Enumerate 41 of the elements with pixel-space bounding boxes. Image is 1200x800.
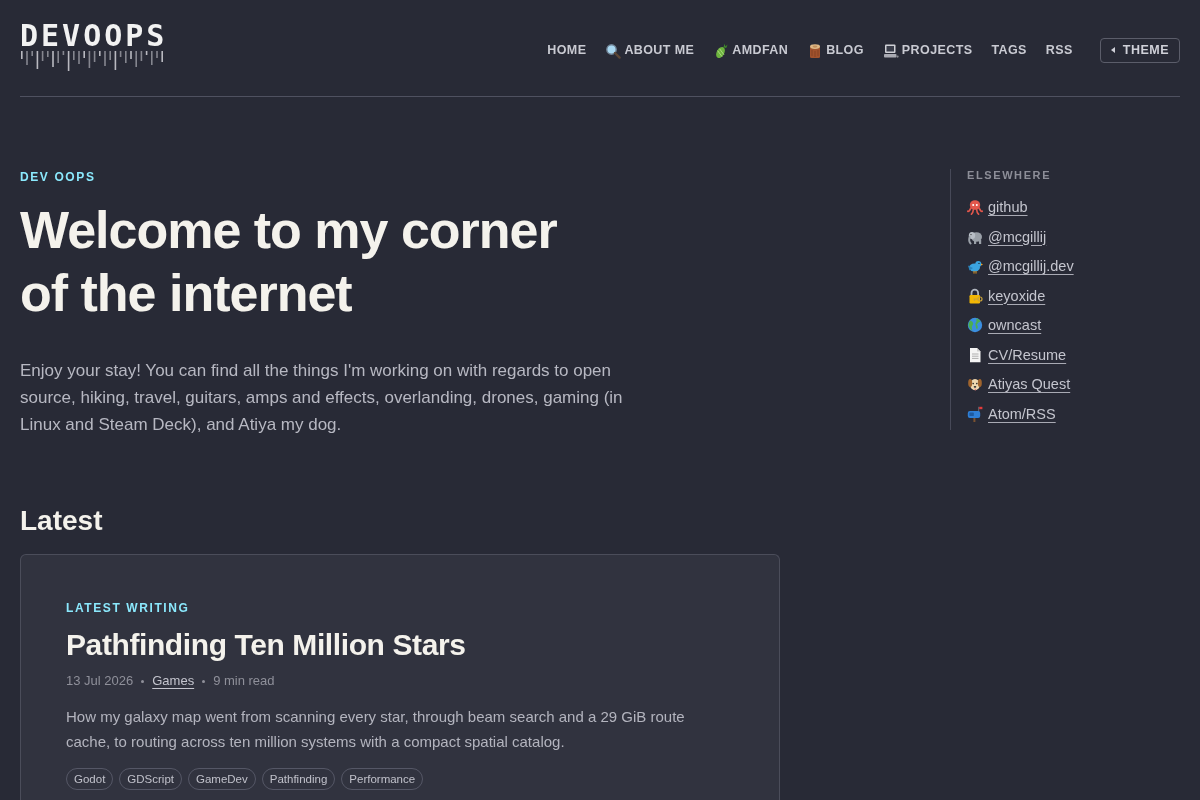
nav-link[interactable]: TAGS xyxy=(991,41,1027,60)
sidebar-link[interactable]: Atom/RSS xyxy=(967,403,1056,424)
section-heading: Latest xyxy=(20,504,104,538)
search-icon xyxy=(605,42,622,59)
nav-link[interactable]: BLOG xyxy=(807,41,864,60)
vegetable-icon xyxy=(713,42,730,59)
separator-dot-icon xyxy=(141,679,145,683)
sidebar-link[interactable]: keyoxide xyxy=(967,285,1046,306)
dog-face-icon xyxy=(967,376,983,393)
sidebar-link[interactable]: @mcgillij.dev xyxy=(967,256,1074,277)
nav-link[interactable]: HOME xyxy=(547,41,587,60)
intro-paragraph: Enjoy your stay! You can find all the things I'm working on with regards to open source, hiking, travel, guitars, amps and effects, overlanding, drones, gaming (in Linux and Steam Deck), and Atiya my dog. xyxy=(20,360,624,436)
sidebar-link[interactable]: @mcgillij xyxy=(967,226,1047,247)
sidebar-heading: ELSEWHERE xyxy=(967,169,1053,181)
sidebar-link[interactable]: github xyxy=(967,197,1028,218)
octopus-icon xyxy=(967,199,983,216)
page-heading: Welcome to my corner of the internet xyxy=(20,200,558,324)
eyebrow-label: DEV OOPS xyxy=(20,169,97,185)
post-title: Pathfinding Ten Million Stars xyxy=(66,627,467,663)
mailbox-icon xyxy=(967,405,983,422)
post-date: 13 Jul 2026 xyxy=(66,672,134,690)
nav-link[interactable]: RSS xyxy=(1045,41,1073,60)
eyebrow-label: LATEST WRITING xyxy=(66,600,191,616)
sidebar-link[interactable]: owncast xyxy=(967,315,1042,336)
bird-icon xyxy=(967,258,983,275)
theme-button[interactable]: THEME xyxy=(1099,38,1180,63)
post-summary: How my galaxy map went from scanning every star, through beam search and a 29 GiB route cache, to routing across ten million systems with a compact spatial catalog. xyxy=(66,707,686,752)
nav-link[interactable]: ABOUT ME xyxy=(605,41,695,60)
site-logo[interactable]: DEVOOPS xyxy=(20,22,168,50)
category-link[interactable]: Games xyxy=(152,672,195,690)
globe-icon xyxy=(967,317,983,334)
sidebar-link[interactable]: Atiyas Quest xyxy=(967,374,1071,395)
sidebar-link[interactable]: CV/Resume xyxy=(967,344,1067,365)
lock-with-key-icon xyxy=(967,287,983,304)
nav-link[interactable]: PROJECTS xyxy=(882,41,973,60)
computer-icon xyxy=(882,42,899,59)
read-time: 9 min read xyxy=(213,672,275,690)
document-icon xyxy=(967,346,983,363)
caret-icon xyxy=(1110,47,1115,53)
separator-dot-icon xyxy=(202,679,206,683)
nav-link[interactable]: AMDFAN xyxy=(713,41,789,60)
